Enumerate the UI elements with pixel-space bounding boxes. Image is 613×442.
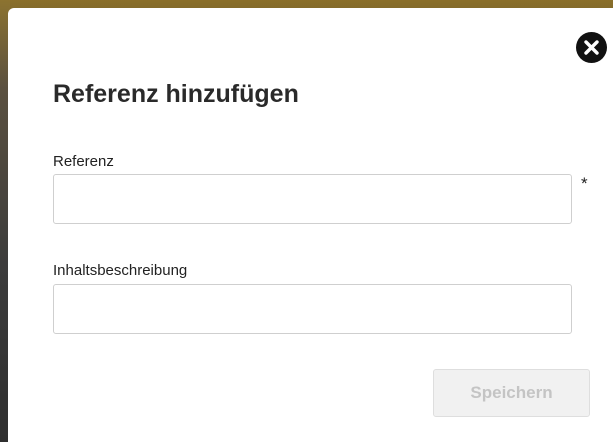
close-button[interactable]: [576, 32, 607, 63]
reference-input[interactable]: [53, 174, 572, 224]
required-marker: *: [581, 174, 588, 193]
reference-label: Referenz: [53, 153, 114, 170]
description-input[interactable]: [53, 284, 572, 334]
description-label: Inhaltsbeschreibung: [53, 262, 188, 279]
add-reference-dialog: Referenz hinzufügen Referenz * Inhaltsbe…: [8, 8, 613, 442]
dialog-title: Referenz hinzufügen: [53, 80, 299, 108]
close-icon: [584, 40, 599, 55]
save-button[interactable]: Speichern: [433, 369, 590, 417]
